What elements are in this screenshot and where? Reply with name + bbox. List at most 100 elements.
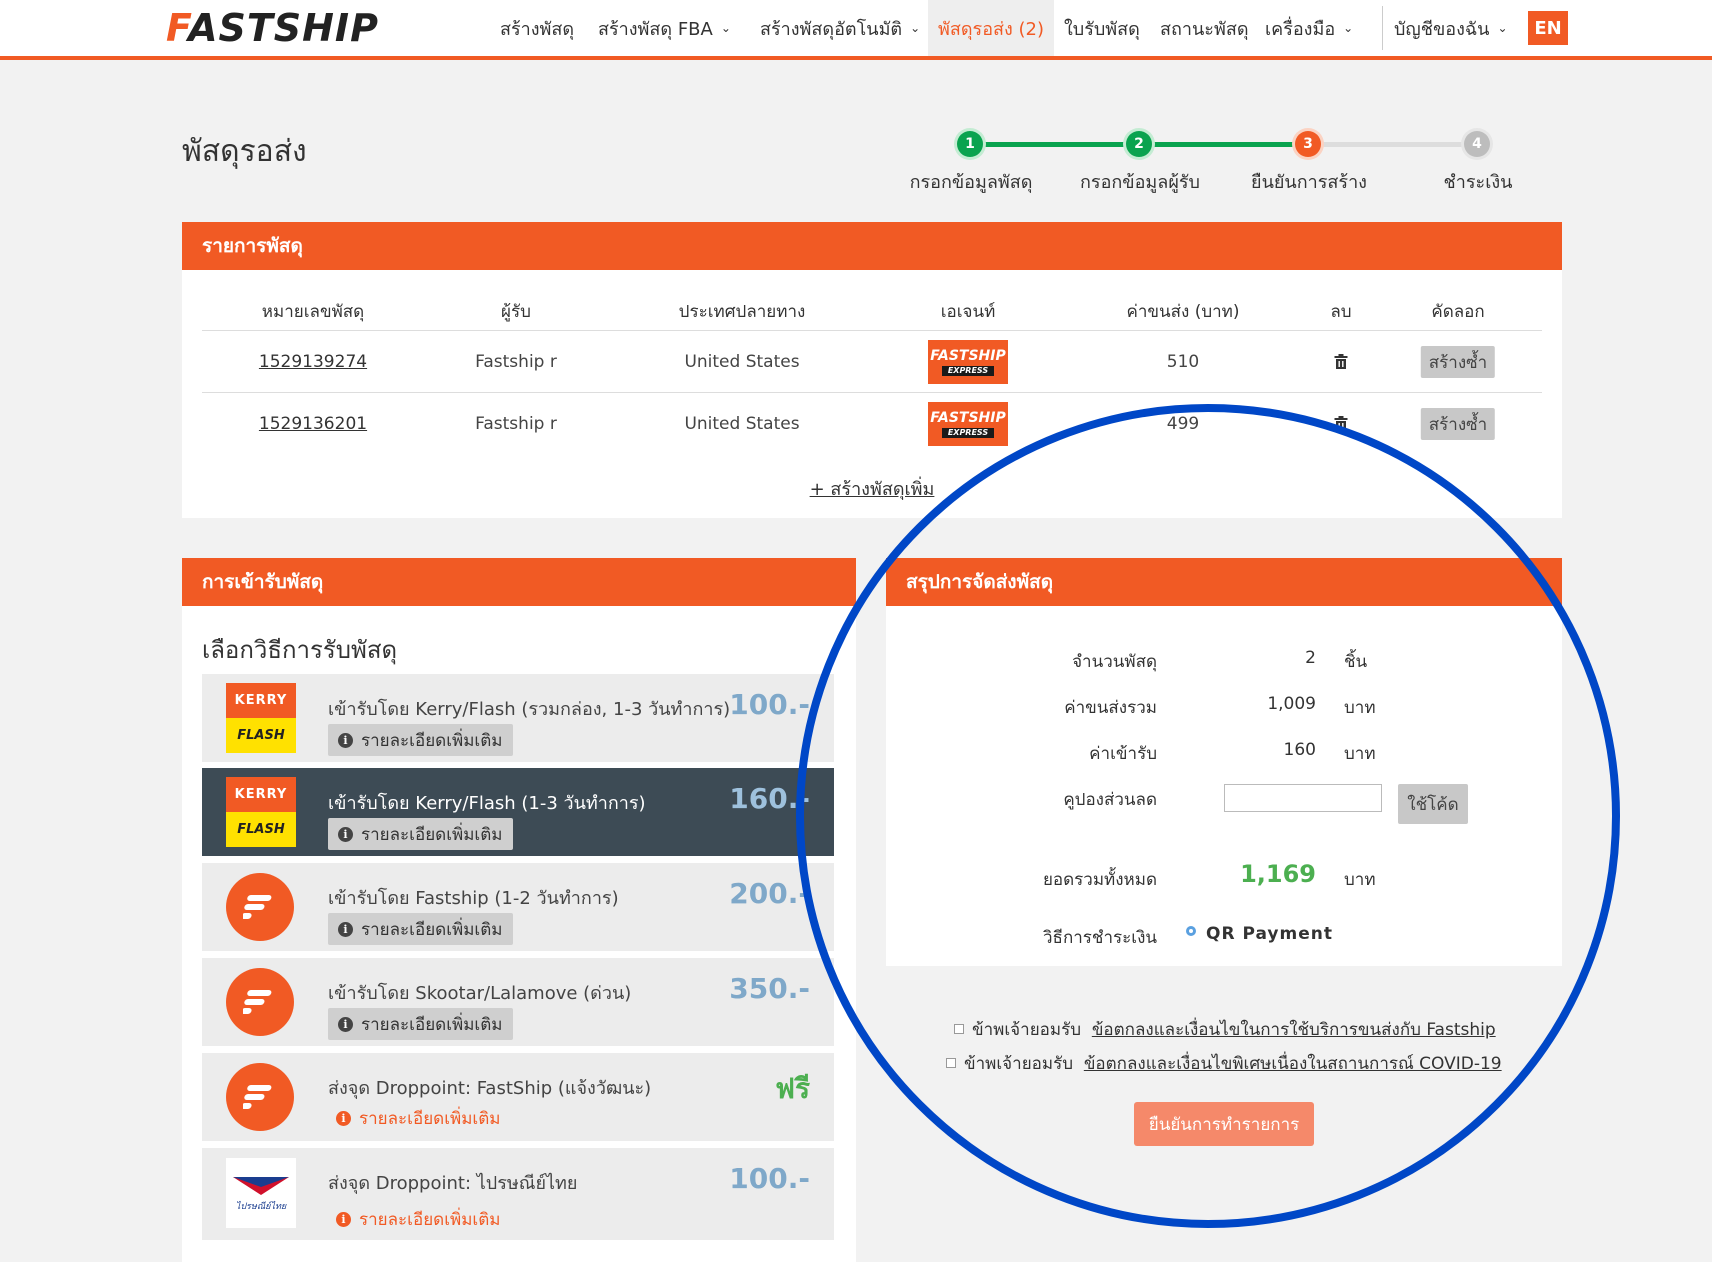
more-details-button[interactable]: i รายละเอียดเพิ่มเติม [328, 913, 513, 945]
covid-terms-checkbox[interactable] [946, 1058, 956, 1068]
more-details-button[interactable]: i รายละเอียดเพิ่มเติม [328, 1008, 513, 1040]
parcel-count-label: จำนวนพัสดุ [1072, 652, 1157, 672]
fastship-logo[interactable]: FASTSHIP [166, 6, 379, 50]
pickup-fee-value: 160 [1283, 740, 1316, 760]
step-4-label: ชำระเงิน [1443, 172, 1513, 193]
info-icon: i [338, 1016, 353, 1032]
covid-terms-text: ข้าพเจ้ายอมรับ ข้อตกลงและเงื่อนไขพิเศษเน… [964, 1054, 1502, 1074]
pickup-option-kerry-flash[interactable]: KERRY FLASH เข้ารับโดย Kerry/Flash (1-3 ว… [202, 768, 834, 856]
info-icon: i [336, 1212, 351, 1227]
step-4-dot: 4 [1464, 131, 1490, 157]
nav-create-auto[interactable]: สร้างพัสดุอัตโนมัติ ⌄ [760, 0, 920, 56]
pickup-option-kerry-flash-combined[interactable]: KERRY FLASH เข้ารับโดย Kerry/Flash (รวมกล… [202, 674, 834, 762]
shipping-total-value: 1,009 [1267, 694, 1316, 714]
parcel-count-unit: ชิ้น [1344, 652, 1368, 672]
option-price: ฟรี [775, 1072, 810, 1105]
option-title: ส่งจุด Droppoint: FastShip (แจ้งวัฒนะ) [328, 1078, 652, 1099]
info-icon: i [338, 732, 353, 748]
step-1-label: กรอกข้อมูลพัสดุ [909, 172, 1033, 193]
duplicate-button[interactable]: สร้างซ้ำ [1420, 408, 1496, 440]
step-2-label: กรอกข้อมูลผู้รับ [1080, 172, 1200, 193]
parcel-id-link[interactable]: 1529136201 [259, 414, 367, 434]
step-3-label: ยืนยันการสร้าง [1251, 172, 1367, 193]
fastship-express-logo: FASTSHIP EXPRESS [928, 340, 1008, 384]
parcel-count-value: 2 [1305, 648, 1316, 668]
more-details-link[interactable]: i รายละเอียดเพิ่มเติม [336, 1105, 501, 1132]
nav-pending-parcels[interactable]: พัสดุรอส่ง (2) [928, 0, 1055, 56]
fastship-icon [226, 968, 294, 1036]
shipping-total-unit: บาท [1344, 698, 1376, 718]
option-price: 100.- [729, 1162, 810, 1195]
pickup-option-droppoint-thaipost[interactable]: ไปรษณีย์ไทย ส่งจุด Droppoint: ไปรษณีย์ไท… [202, 1148, 834, 1240]
stepper-line-done [970, 142, 1140, 147]
more-details-link[interactable]: i รายละเอียดเพิ่มเติม [336, 1206, 501, 1233]
trash-icon[interactable] [1334, 416, 1348, 431]
page-title: พัสดุรอส่ง [182, 134, 307, 169]
more-details-button[interactable]: i รายละเอียดเพิ่มเติม [328, 818, 513, 850]
option-title: เข้ารับโดย Skootar/Lalamove (ด่วน) [328, 983, 632, 1004]
panel-heading: การเข้ารับพัสดุ [182, 558, 856, 606]
more-details-button[interactable]: i รายละเอียดเพิ่มเติม [328, 724, 513, 756]
coupon-label: คูปองส่วนลด [1063, 790, 1157, 810]
payment-method-value[interactable]: QR Payment [1206, 924, 1333, 944]
option-title: เข้ารับโดย Fastship (1-2 วันทำการ) [328, 888, 619, 909]
parcel-id-link[interactable]: 1529139274 [259, 352, 367, 372]
pickup-option-fastship[interactable]: เข้ารับโดย Fastship (1-2 วันทำการ) 200.-… [202, 863, 834, 951]
fastship-icon [226, 1063, 294, 1131]
language-switch-button[interactable]: EN [1528, 11, 1568, 45]
nav-create-parcel[interactable]: สร้างพัสดุ [500, 0, 574, 56]
duplicate-button[interactable]: สร้างซ้ำ [1420, 346, 1496, 378]
add-parcel-link[interactable]: + สร้างพัสดุเพิ่ม [810, 474, 935, 503]
shipping-summary-panel: สรุปการจัดส่งพัสดุ [886, 558, 1562, 966]
trash-icon[interactable] [1334, 354, 1348, 369]
option-title: เข้ารับโดย Kerry/Flash (รวมกล่อง, 1-3 วั… [328, 699, 731, 720]
nav-my-account[interactable]: บัญชีของฉัน ⌄ [1394, 0, 1508, 56]
stepper-line-todo [1308, 142, 1478, 147]
nav-parcel-status[interactable]: สถานะพัสดุ [1160, 0, 1249, 56]
cost-cell: 510 [1166, 352, 1200, 372]
top-navbar: FASTSHIP สร้างพัสดุ สร้างพัสดุ FBA ⌄ สร้า… [0, 0, 1712, 60]
col-recipient: ผู้รับ [501, 302, 531, 322]
pickup-option-skootar-lalamove[interactable]: เข้ารับโดย Skootar/Lalamove (ด่วน) 350.-… [202, 958, 834, 1046]
confirm-order-button[interactable]: ยืนยันการทำรายการ [1134, 1102, 1314, 1146]
kerry-flash-logo: KERRY FLASH [226, 777, 296, 847]
chevron-down-icon: ⌄ [1343, 21, 1354, 35]
country-cell: United States [684, 414, 800, 434]
pickup-fee-label: ค่าเข้ารับ [1089, 744, 1157, 764]
col-cost: ค่าขนส่ง (บาท) [1126, 302, 1240, 322]
shipping-total-label: ค่าขนส่งรวม [1064, 698, 1157, 718]
covid-terms-link[interactable]: ข้อตกลงและเงื่อนไขพิเศษเนื่องในสถานการณ์… [1084, 1054, 1502, 1074]
terms-checkbox[interactable] [954, 1024, 964, 1034]
nav-tools[interactable]: เครื่องมือ ⌄ [1265, 0, 1353, 56]
option-title: ส่งจุด Droppoint: ไปรษณีย์ไทย [328, 1173, 578, 1194]
chevron-down-icon: ⌄ [910, 21, 921, 35]
pickup-option-droppoint-fastship[interactable]: ส่งจุด Droppoint: FastShip (แจ้งวัฒนะ) ฟ… [202, 1053, 834, 1141]
pickup-fee-unit: บาท [1344, 744, 1376, 764]
pickup-panel: การเข้ารับพัสดุ เลือกวิธีการรับพัสดุ KER… [182, 558, 856, 1262]
recipient-cell: Fastship r [475, 352, 557, 372]
thai-post-logo: ไปรษณีย์ไทย [226, 1158, 296, 1228]
col-copy: คัดลอก [1431, 302, 1485, 322]
chevron-down-icon: ⌄ [720, 21, 731, 35]
option-price: 350.- [729, 972, 810, 1005]
fastship-express-logo: FASTSHIP EXPRESS [928, 402, 1008, 446]
nav-create-fba[interactable]: สร้างพัสดุ FBA ⌄ [598, 0, 731, 56]
cost-cell: 499 [1166, 414, 1200, 434]
payment-method-label: วิธีการชำระเงิน [1043, 928, 1157, 948]
col-delete: ลบ [1330, 302, 1352, 322]
panel-heading: สรุปการจัดส่งพัสดุ [886, 558, 1562, 606]
nav-receipts[interactable]: ใบรับพัสดุ [1064, 0, 1140, 56]
header-divider [202, 330, 1542, 331]
info-icon: i [336, 1111, 351, 1126]
payment-radio[interactable] [1186, 926, 1196, 936]
coupon-input[interactable] [1224, 784, 1382, 812]
col-country: ประเทศปลายทาง [678, 302, 806, 322]
grand-total-unit: บาท [1344, 870, 1376, 890]
apply-coupon-button[interactable]: ใช้โค้ด [1398, 784, 1468, 824]
option-price: 100.- [729, 688, 810, 721]
fastship-icon [226, 873, 294, 941]
terms-text: ข้าพเจ้ายอมรับ ข้อตกลงและเงื่อนไขในการใช… [972, 1020, 1496, 1040]
terms-link[interactable]: ข้อตกลงและเงื่อนไขในการใช้บริการขนส่งกับ… [1092, 1020, 1496, 1040]
country-cell: United States [684, 352, 800, 372]
pickup-method-title: เลือกวิธีการรับพัสดุ [202, 636, 398, 664]
